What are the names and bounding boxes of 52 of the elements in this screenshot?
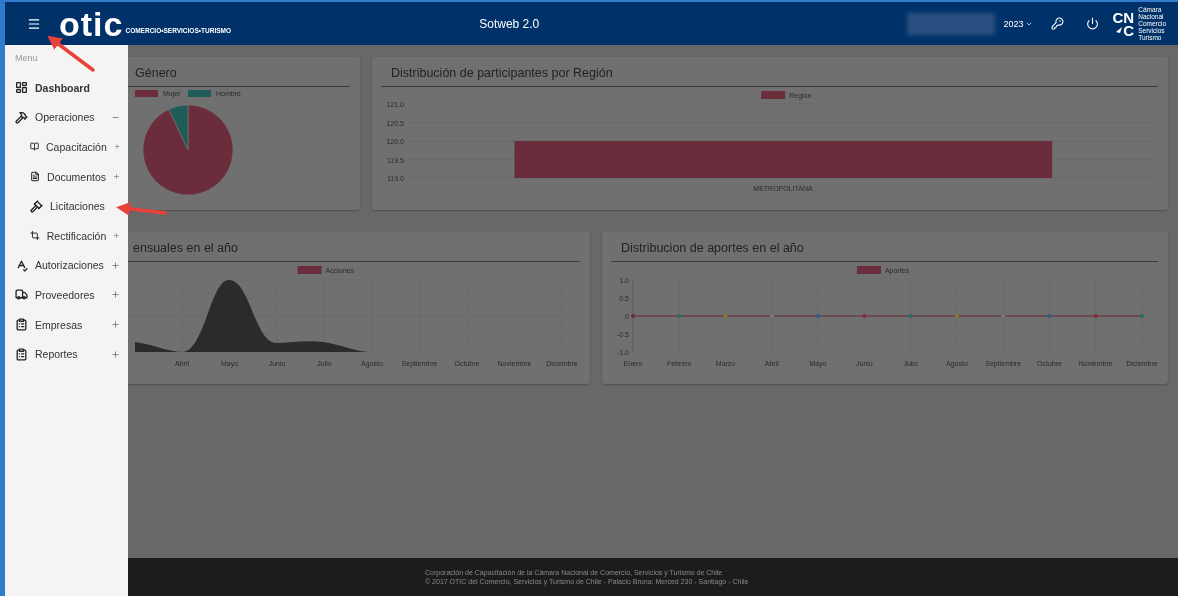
book-icon <box>30 140 40 154</box>
menu-item[interactable]: Capacitación <box>5 132 128 162</box>
arrow-icon <box>1115 26 1124 34</box>
data-point <box>1047 314 1052 318</box>
plus-icon[interactable] <box>111 349 120 359</box>
logo-wordmark: otic <box>59 8 124 39</box>
data-point <box>769 314 774 318</box>
card-title: Distribucion de aportes en el año <box>611 232 1158 262</box>
gavel-icon <box>30 199 43 213</box>
data-point <box>677 314 682 318</box>
key-icon[interactable] <box>1050 17 1064 30</box>
app-title: Sotweb 2.0 <box>478 16 541 31</box>
menu-icon[interactable] <box>27 16 41 31</box>
data-point <box>908 314 913 318</box>
menu-item[interactable]: Proveedores <box>5 280 128 310</box>
partner-logo-letters: C <box>1115 23 1135 37</box>
plus-icon[interactable] <box>113 142 120 152</box>
document-icon <box>30 170 41 184</box>
crop-icon <box>30 229 40 243</box>
plus-icon[interactable] <box>113 172 120 182</box>
menu-item[interactable]: Reportes <box>5 339 128 369</box>
menu-heading: Menu <box>15 53 39 63</box>
data-point <box>631 314 635 318</box>
data-point <box>862 314 867 318</box>
annotation-arrow <box>116 201 167 216</box>
data-point <box>1093 314 1098 318</box>
truck-icon <box>15 288 28 302</box>
menu-item[interactable]: Licitaciones <box>5 191 128 221</box>
menu-item[interactable]: Empresas <box>5 309 128 340</box>
clipboard-icon <box>15 318 28 332</box>
year-dropdown[interactable]: 2023 <box>1001 16 1035 31</box>
partner-logo-letters: CN <box>1112 10 1135 24</box>
data-point <box>1001 314 1006 318</box>
hammer-icon <box>15 110 28 124</box>
dashboard-icon <box>15 81 28 95</box>
spellcheck-icon <box>15 258 28 272</box>
data-point <box>816 314 821 318</box>
annotation-arrow <box>47 35 95 72</box>
menu-item[interactable]: Operaciones <box>5 102 128 133</box>
data-point <box>954 314 959 318</box>
legend-swatch <box>761 91 786 99</box>
card-title: Distribución de participantes por Región <box>381 57 1158 87</box>
legend-swatch <box>856 266 881 274</box>
plus-icon[interactable] <box>113 231 120 241</box>
power-icon[interactable] <box>1085 17 1099 30</box>
data-point <box>723 314 728 318</box>
clipboard-icon <box>15 347 28 361</box>
plus-icon[interactable] <box>111 320 120 330</box>
data-point <box>1140 314 1144 318</box>
menu-item[interactable]: Documentos <box>5 161 128 192</box>
plus-icon[interactable] <box>111 260 120 270</box>
plus-icon[interactable] <box>111 290 120 300</box>
